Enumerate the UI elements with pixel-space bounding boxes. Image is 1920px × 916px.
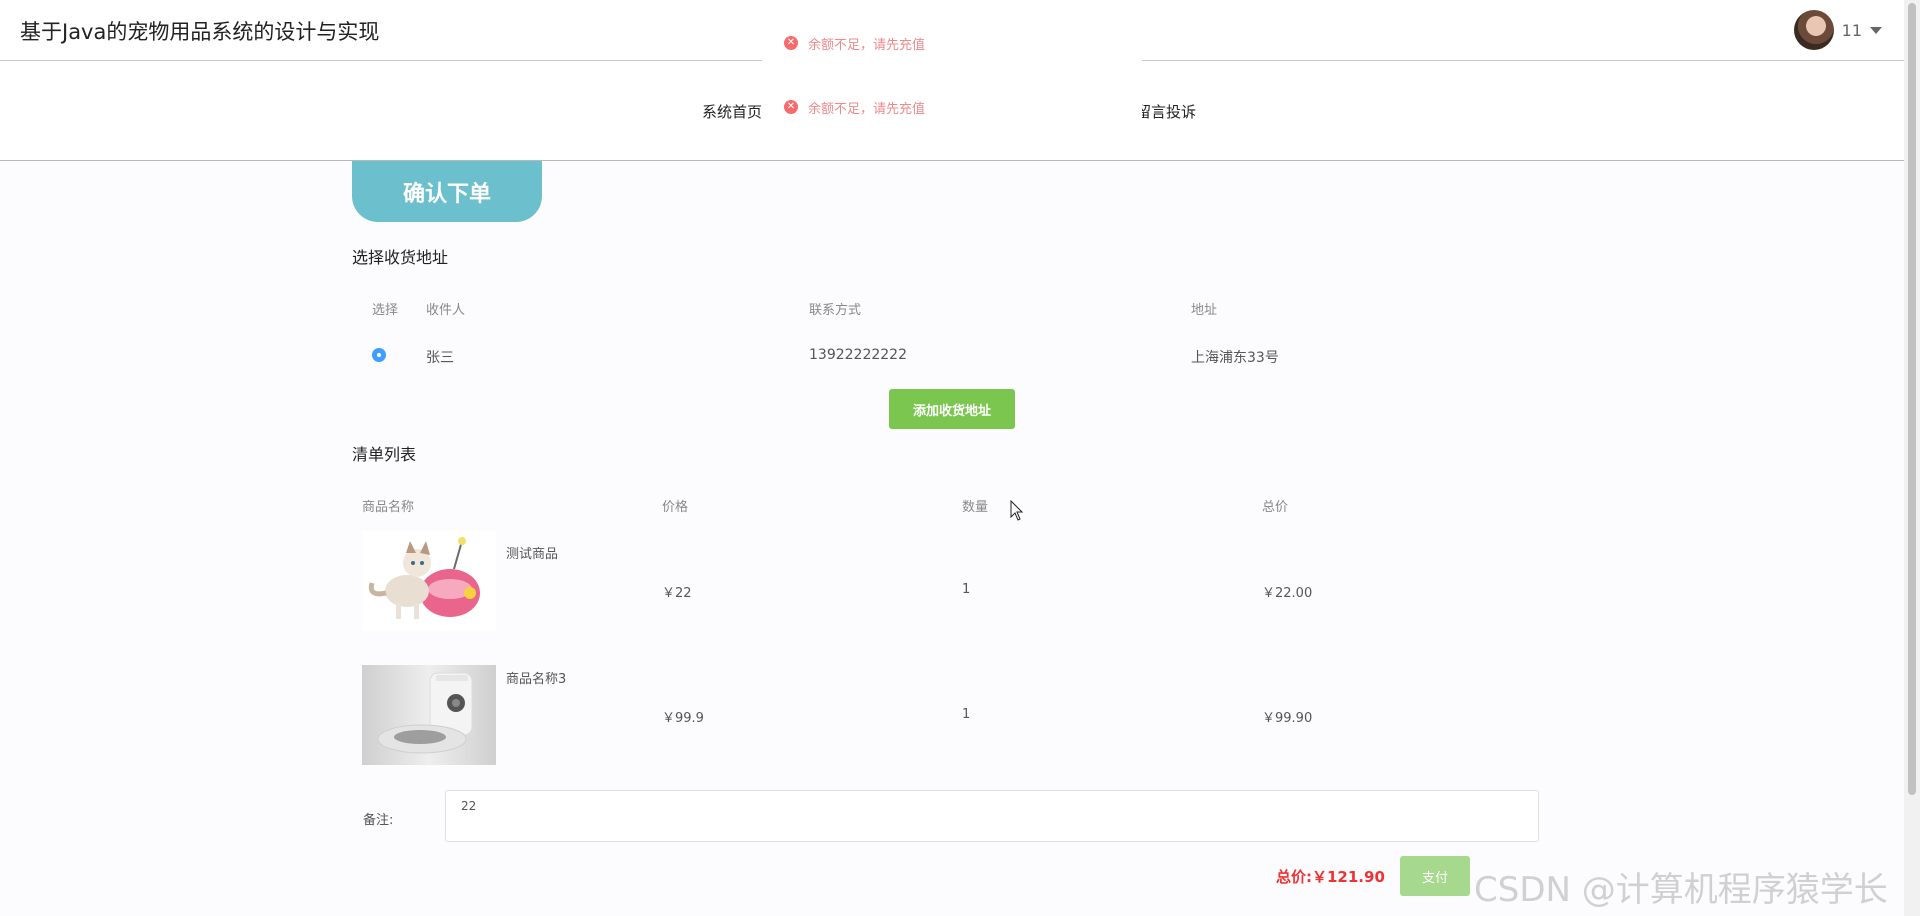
address-receiver: 张三 (426, 350, 454, 366)
pay-button[interactable]: 支付 (1400, 856, 1470, 896)
product-total: ￥99.90 (1262, 711, 1313, 726)
header-product-name: 商品名称 (362, 500, 415, 515)
header-address: 地址 (1191, 303, 1218, 318)
product-name: 商品名称3 (506, 672, 567, 687)
product-image (362, 531, 496, 631)
header-quantity: 数量 (962, 500, 989, 515)
scrollbar-thumb[interactable] (1908, 3, 1916, 795)
header-contact: 联系方式 (809, 303, 862, 318)
error-icon: ✕ (784, 100, 798, 114)
user-menu[interactable]: 11 (1793, 10, 1882, 50)
toast-message: 余额不足，请先充值 (808, 101, 926, 117)
note-label: 备注: (363, 813, 394, 828)
product-total: ￥22.00 (1262, 586, 1313, 601)
address-text: 上海浦东33号 (1191, 350, 1279, 366)
nav-home[interactable]: 系统首页 (702, 101, 762, 122)
header-total: 总价 (1262, 500, 1289, 515)
app-title: 基于Java的宠物用品系统的设计与实现 (20, 20, 380, 44)
note-input[interactable]: 22 (445, 790, 1539, 842)
error-toast: ✕ 余额不足，请先充值 (762, 86, 1142, 128)
error-icon: ✕ (784, 36, 798, 50)
toast-message: 余额不足，请先充值 (808, 37, 926, 53)
product-quantity: 1 (962, 582, 971, 597)
order-list-title: 清单列表 (352, 445, 417, 464)
avatar[interactable] (1793, 10, 1834, 50)
nav-message[interactable]: 留言投诉 (1136, 101, 1196, 122)
header-receiver: 收件人 (426, 303, 466, 318)
watermark: CSDN @计算机程序猿学长 (1474, 870, 1888, 910)
confirm-order-title: 确认下单 (352, 161, 542, 222)
username[interactable]: 11 (1842, 21, 1862, 40)
product-price: ￥22 (662, 586, 692, 601)
total-price: 总价:￥121.90 (1276, 868, 1385, 886)
header-select: 选择 (372, 303, 399, 318)
address-radio[interactable] (372, 348, 386, 362)
product-image (362, 665, 496, 765)
header-price: 价格 (662, 500, 689, 515)
error-toast: ✕ 余额不足，请先充值 (762, 22, 1142, 64)
chevron-down-icon[interactable] (1870, 26, 1882, 34)
product-price: ￥99.9 (662, 711, 704, 726)
address-contact: 13922222222 (809, 347, 907, 363)
product-name: 测试商品 (506, 547, 559, 562)
add-address-button[interactable]: 添加收货地址 (889, 389, 1015, 429)
mouse-cursor-icon (1010, 500, 1024, 521)
product-quantity: 1 (962, 707, 971, 722)
address-section-title: 选择收货地址 (352, 248, 449, 267)
